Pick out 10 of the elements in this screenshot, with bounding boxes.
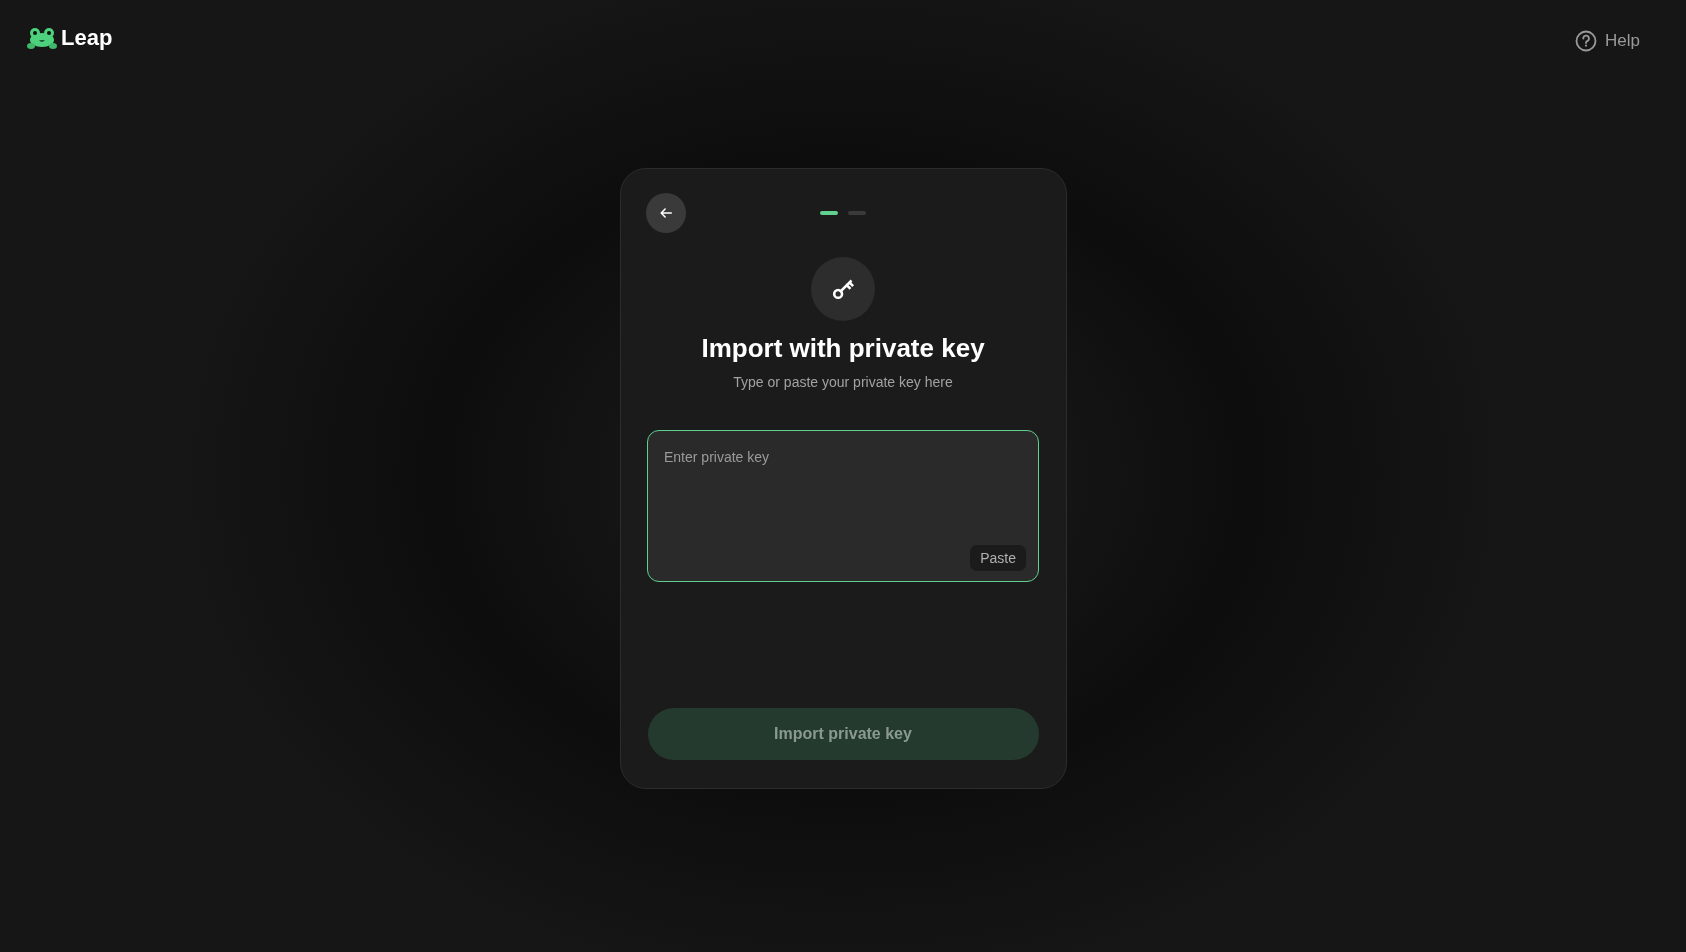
card-subtitle: Type or paste your private key here	[733, 374, 953, 390]
help-icon	[1575, 30, 1598, 52]
private-key-field[interactable]: Enter private key Paste	[647, 430, 1039, 582]
back-button[interactable]	[645, 193, 686, 233]
help-link[interactable]: Help	[1575, 30, 1640, 52]
paste-button[interactable]: Paste	[970, 545, 1026, 571]
back-arrow-icon	[658, 206, 673, 220]
card-title: Import with private key	[701, 333, 985, 364]
brand-name: Leap	[61, 25, 113, 51]
frog-logo-icon	[27, 27, 57, 49]
